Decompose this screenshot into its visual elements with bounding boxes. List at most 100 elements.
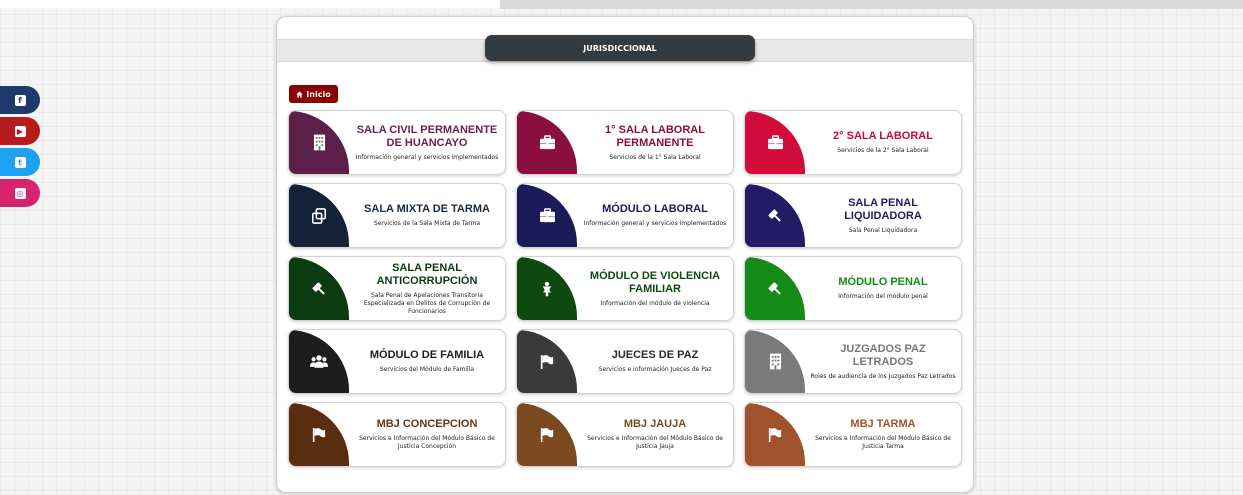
card-icon-badge (289, 184, 349, 247)
youtube-icon: ▶ (14, 125, 26, 137)
building-icon (310, 134, 328, 152)
card-icon-badge (289, 257, 349, 320)
card-sala-penal-anticorrupcion[interactable]: SALA PENAL ANTICORRUPCIÓN Sala Penal de A… (288, 256, 506, 321)
home-button[interactable]: Inicio (289, 85, 338, 103)
card-text: 2° SALA LABORAL Servicios de la 2° Sala L… (809, 111, 957, 174)
card-title: MÓDULO PENAL (838, 276, 928, 288)
card-description: Servicios del Módulo de Familia (379, 366, 475, 373)
card-modulo-de-violencia-familiar[interactable]: MÓDULO DE VIOLENCIA FAMILIAR Información … (516, 256, 734, 321)
card-icon-badge (745, 257, 805, 320)
card-text: JUECES DE PAZ Servicios e información Jue… (581, 330, 729, 393)
section-title: JURISDICCIONAL (485, 35, 755, 61)
card-text: SALA PENAL ANTICORRUPCIÓN Sala Penal de A… (353, 257, 501, 320)
card-text: SALA MIXTA DE TARMA Servicios de la Sala … (353, 184, 501, 247)
twitter-icon: t (14, 156, 26, 168)
flag-icon (766, 426, 784, 444)
card-mbj-jauja[interactable]: MBJ JAUJA Servicios e Información del Mód… (516, 402, 734, 467)
card-icon-badge (289, 403, 349, 466)
briefcase-icon (538, 134, 556, 152)
card-description: Roles de audiencia de los Juzgados Paz L… (810, 372, 956, 380)
card-sala-penal-liquidadora[interactable]: SALA PENAL LIQUIDADORA Sala Penal Liquida… (744, 183, 962, 248)
card-icon-badge (289, 330, 349, 393)
instagram-button[interactable]: ◎ (0, 179, 40, 207)
card-title: MÓDULO LABORAL (602, 203, 708, 215)
card-title: SALA MIXTA DE TARMA (364, 203, 490, 215)
card-text: SALA PENAL LIQUIDADORA Sala Penal Liquida… (809, 184, 957, 247)
card-2-sala-laboral[interactable]: 2° SALA LABORAL Servicios de la 2° Sala L… (744, 110, 962, 175)
flag-icon (538, 353, 556, 371)
card-modulo-penal[interactable]: MÓDULO PENAL Información del módulo penal (744, 256, 962, 321)
card-text: MÓDULO PENAL Información del módulo penal (809, 257, 957, 320)
card-description: Servicios de la 2° Sala Laboral (837, 147, 929, 154)
card-icon-badge (517, 184, 577, 247)
card-jueces-de-paz[interactable]: JUECES DE PAZ Servicios e información Jue… (516, 329, 734, 394)
instagram-icon: ◎ (14, 187, 26, 199)
card-icon-badge (745, 111, 805, 174)
card-modulo-de-familia[interactable]: MÓDULO DE FAMILIA Servicios del Módulo de… (288, 329, 506, 394)
card-text: MÓDULO LABORAL Información general y serv… (581, 184, 729, 247)
card-description: Información general y servicios implemen… (355, 153, 499, 161)
card-icon-badge (745, 184, 805, 247)
card-description: Información del módulo penal (838, 293, 928, 300)
gavel-icon (310, 280, 328, 298)
briefcase-icon (538, 207, 556, 225)
card-icon-badge (517, 330, 577, 393)
card-title: MBJ JAUJA (623, 418, 687, 430)
card-title: MÓDULO DE VIOLENCIA FAMILIAR (589, 269, 721, 295)
card-sala-civil-permanente-de-huancayo[interactable]: SALA CIVIL PERMANENTE DE HUANCAYO Informa… (288, 110, 506, 175)
card-text: MÓDULO DE VIOLENCIA FAMILIAR Información … (581, 257, 729, 320)
card-1-sala-laboral-permanente[interactable]: 1° SALA LABORAL PERMANENTE Servicios de l… (516, 110, 734, 175)
card-title: MBJ TARMA (850, 418, 916, 430)
card-description: Servicios e Información del Módulo Básic… (587, 435, 723, 450)
users-icon (310, 353, 328, 371)
card-description: Sala Penal Liquidadora (848, 226, 918, 234)
flag-icon (310, 426, 328, 444)
facebook-button[interactable]: f (0, 86, 40, 114)
card-title: JUECES DE PAZ (611, 349, 699, 361)
card-mbj-concepcion[interactable]: MBJ CONCEPCION Servicios e Información de… (288, 402, 506, 467)
card-description: Servicios de la 1° Sala Laboral (609, 153, 701, 161)
gavel-icon (766, 280, 784, 298)
card-description: Servicios e Información del Módulo Básic… (815, 435, 951, 450)
card-description: Servicios de la Sala Mixta de Tarma (373, 220, 481, 227)
card-icon-badge (745, 403, 805, 466)
card-title: 2° SALA LABORAL (833, 130, 933, 142)
card-text: SALA CIVIL PERMANENTE DE HUANCAYO Informa… (353, 111, 501, 174)
home-icon (296, 90, 303, 98)
card-text: JUZGADOS PAZ LETRADOS Roles de audiencia … (809, 330, 957, 393)
card-icon-badge (517, 111, 577, 174)
card-mbj-tarma[interactable]: MBJ TARMA Servicios e Información del Mód… (744, 402, 962, 467)
card-title: MBJ CONCEPCION (376, 418, 478, 430)
youtube-button[interactable]: ▶ (0, 117, 40, 145)
top-strip-grey (500, 0, 1243, 9)
social-sidebar: f ▶ t ◎ (0, 86, 40, 210)
twitter-button[interactable]: t (0, 148, 40, 176)
gavel-icon (766, 207, 784, 225)
main-panel: JURISDICCIONAL Inicio SALA CIVIL PERMANE… (276, 16, 974, 493)
card-modulo-laboral[interactable]: MÓDULO LABORAL Información general y serv… (516, 183, 734, 248)
card-icon-badge (745, 330, 805, 393)
card-description: Sala Penal de Apelaciones Transitoria Es… (363, 291, 491, 315)
card-juzgados-paz-letrados[interactable]: JUZGADOS PAZ LETRADOS Roles de audiencia … (744, 329, 962, 394)
flag-icon (538, 426, 556, 444)
card-description: Servicios e Información del Módulo Básic… (359, 435, 495, 450)
card-description: Información del módulo de violencia (600, 299, 710, 307)
card-title: 1° SALA LABORAL PERMANENTE (605, 123, 705, 149)
child-icon (538, 280, 556, 298)
card-description: Servicios e información Jueces de Paz (598, 366, 712, 373)
copy-icon (310, 207, 328, 225)
card-text: MBJ TARMA Servicios e Información del Mód… (809, 403, 957, 466)
home-button-label: Inicio (306, 89, 331, 99)
card-text: MÓDULO DE FAMILIA Servicios del Módulo de… (353, 330, 501, 393)
facebook-icon: f (14, 94, 26, 106)
card-text: 1° SALA LABORAL PERMANENTE Servicios de l… (581, 111, 729, 174)
card-description: Información general y servicios implemen… (583, 220, 727, 227)
card-title: SALA PENAL ANTICORRUPCIÓN (376, 261, 478, 287)
building-icon (766, 353, 784, 371)
card-sala-mixta-de-tarma[interactable]: SALA MIXTA DE TARMA Servicios de la Sala … (288, 183, 506, 248)
card-title: JUZGADOS PAZ LETRADOS (840, 342, 926, 368)
card-text: MBJ JAUJA Servicios e Información del Mód… (581, 403, 729, 466)
card-title: SALA CIVIL PERMANENTE DE HUANCAYO (356, 123, 498, 149)
card-icon-badge (517, 257, 577, 320)
card-icon-badge (517, 403, 577, 466)
